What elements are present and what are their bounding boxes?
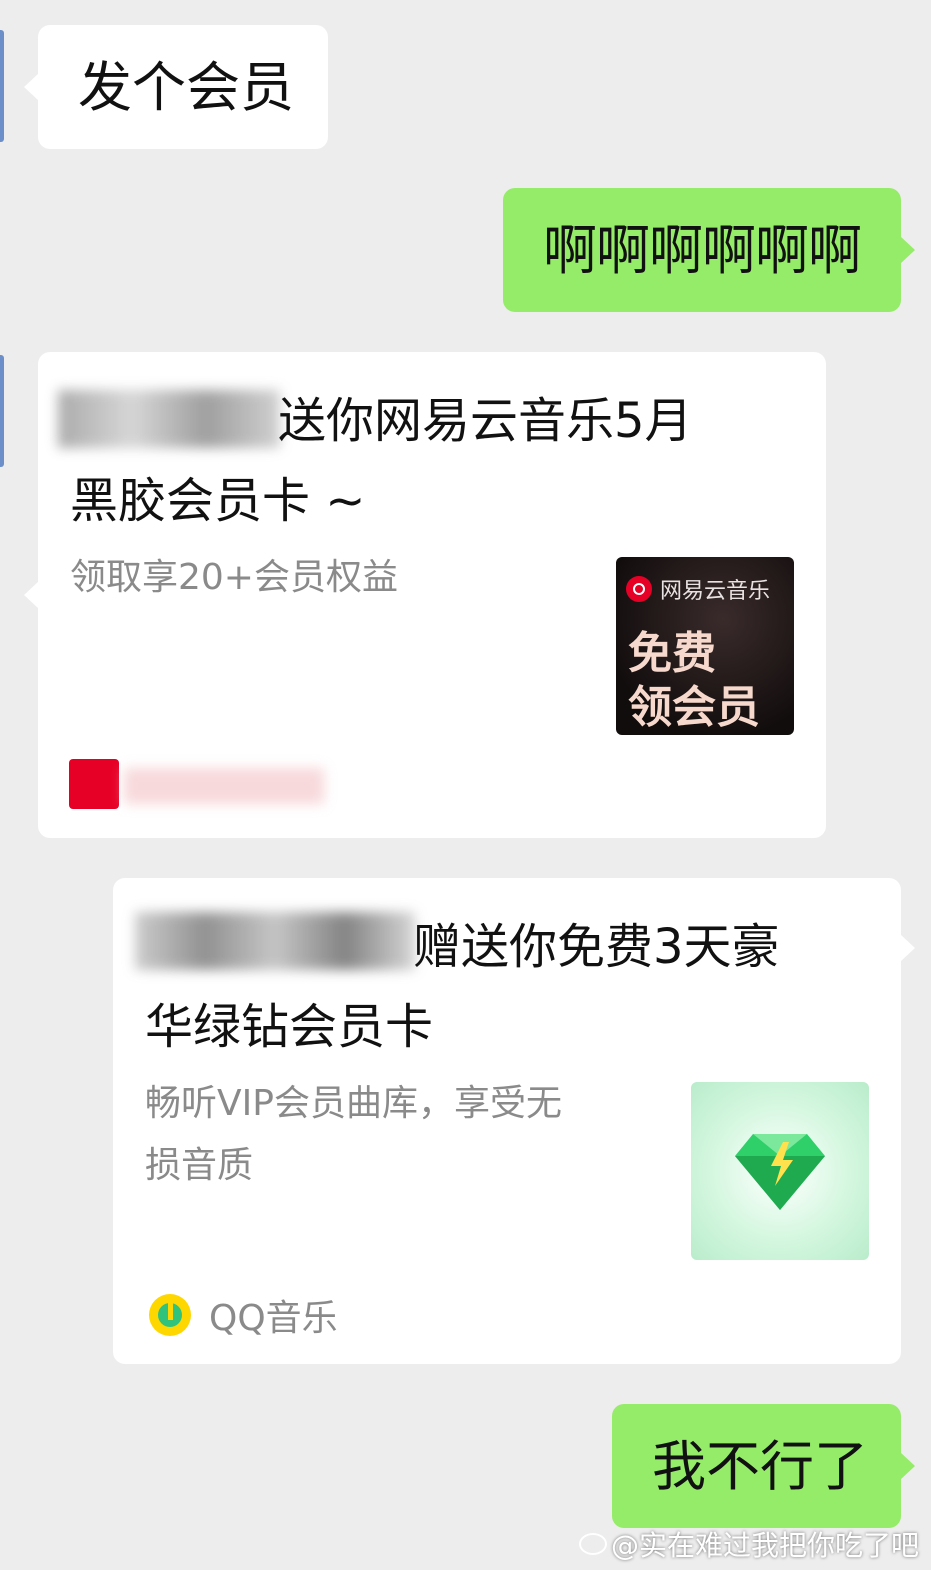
thumbnail-brand: 网易云音乐: [660, 579, 771, 604]
card-title-line1: 赠送你免费3天豪: [413, 919, 780, 975]
card-title-line2: 黑胶会员卡 ~: [70, 473, 366, 529]
share-card-qqmusic[interactable]: 赠送你免费3天豪 华绿钻会员卡 畅听VIP会员曲库，享受无 损音质 QQ音乐: [113, 878, 915, 1364]
card-thumbnail-qq: [691, 1082, 869, 1260]
card-title-line2: 华绿钻会员卡: [145, 999, 434, 1055]
watermark: @实在难过我把你吃了吧: [578, 1524, 919, 1564]
card-description: 领取享20+会员权益: [70, 557, 398, 598]
blurred-source-name: [124, 768, 324, 804]
message-bubble-sent-1[interactable]: 啊啊啊啊啊啊: [503, 188, 915, 312]
blurred-sender-name: [135, 912, 415, 970]
diamond-icon: [735, 1134, 825, 1210]
share-card-netease[interactable]: 送你网易云音乐5月 黑胶会员卡 ~ 领取享20+会员权益 网易云音乐 免费 领会…: [24, 352, 826, 838]
card-description-line2: 损音质: [145, 1145, 254, 1186]
card-thumbnail-netease: 网易云音乐 免费 领会员: [616, 557, 794, 735]
card-description-line1: 畅听VIP会员曲库，享受无: [145, 1083, 562, 1124]
card-source-label: QQ音乐: [209, 1298, 338, 1339]
message-text: 啊啊啊啊啊啊: [543, 219, 862, 282]
avatar-edge-middle[interactable]: [0, 355, 4, 467]
thumbnail-line2: 领会员: [628, 682, 760, 733]
qq-music-logo-icon: [149, 1294, 191, 1336]
message-bubble-received-1[interactable]: 发个会员: [24, 25, 328, 149]
message-text: 我不行了: [652, 1435, 868, 1498]
watermark-text: @实在难过我把你吃了吧: [610, 1529, 919, 1562]
netease-source-icon: [69, 759, 119, 809]
avatar-edge-top[interactable]: [0, 30, 4, 142]
weibo-icon: [578, 1533, 607, 1555]
blurred-sender-name: [58, 390, 280, 448]
card-source: QQ音乐: [149, 1289, 338, 1341]
message-text: 发个会员: [78, 56, 294, 119]
message-bubble-sent-2[interactable]: 我不行了: [612, 1404, 915, 1528]
netease-music-logo-icon: [626, 576, 652, 602]
card-title-line1: 送你网易云音乐5月: [278, 393, 693, 449]
